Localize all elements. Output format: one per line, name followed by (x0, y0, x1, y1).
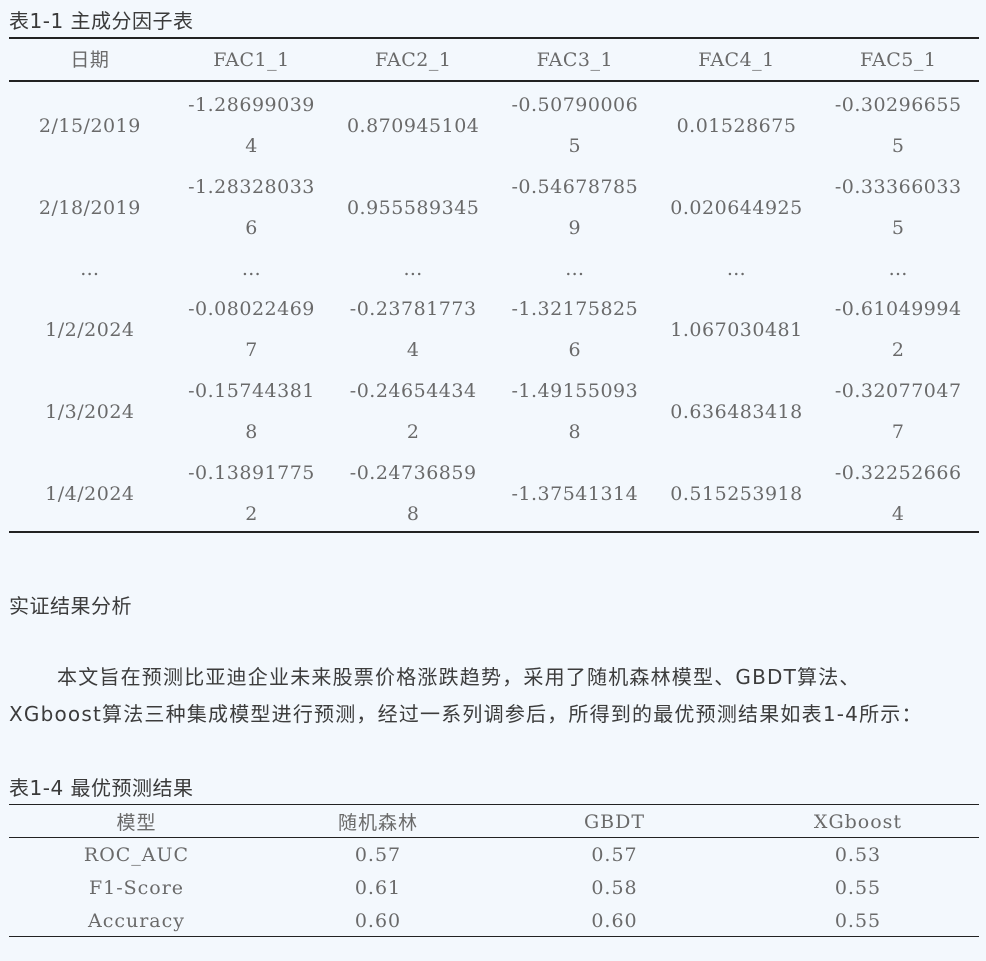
metric-value-cell: 0.57 (591, 843, 638, 866)
factor-value-cell: -0.23781773 4 (349, 298, 477, 361)
factor-value-cell: … (403, 257, 423, 280)
metric-value-cell: 0.58 (591, 876, 638, 899)
factor-header-cell: FAC2_1 (374, 49, 452, 71)
results-table-body: ROC_AUC 0.57 0.57 0.53 F1-Score 0.61 0.58 0.55 A… (9, 838, 979, 937)
results-header-cell: 随机森林 (337, 812, 418, 834)
table-row: F1-Score 0.61 0.58 0.55 (9, 871, 979, 904)
date-cell: 2/18/2019 (38, 196, 141, 219)
factor-table-header: 日期 FAC1_1 FAC2_1 FAC3_1 FAC4_1 FAC5_1 (9, 38, 979, 82)
metric-value-cell: 0.55 (834, 876, 882, 899)
factor-value-cell: … (565, 257, 585, 280)
factor-header-cell: FAC5_1 (859, 49, 937, 71)
table-row: 2/15/2019 -1.28699039 4 0.870945104 -0.5079… (9, 85, 979, 167)
factor-header-cell: FAC4_1 (698, 49, 775, 71)
metric-name-cell: F1-Score (88, 876, 185, 899)
factor-value-cell: -0.32252666 4 (834, 462, 962, 525)
factor-value-cell: -1.37541314 (511, 482, 639, 505)
table1-bottom-rule (9, 531, 979, 533)
date-cell: … (80, 257, 100, 280)
results-header-cell: 模型 (116, 812, 157, 834)
metric-value-cell: 0.57 (354, 843, 402, 866)
factor-value-cell: -1.49155093 8 (511, 380, 639, 443)
factor-header-cell: FAC3_1 (536, 49, 614, 71)
metric-value-cell: 0.55 (834, 909, 882, 932)
factor-value-cell: -0.33366033 5 (834, 176, 962, 239)
metric-value-cell: 0.53 (834, 843, 882, 866)
factor-table: 日期 FAC1_1 FAC2_1 FAC3_1 FAC4_1 FAC5_1 2/15/20… (9, 38, 979, 535)
table1-caption: 表1-1 主成分因子表 (9, 9, 194, 33)
date-cell: 2/15/2019 (38, 114, 141, 137)
paragraph-line-2: XGboost算法三种集成模型进行预测，经过一系列调参后，所得到的最优预测结果如… (9, 702, 923, 726)
table1-header-rule (9, 80, 979, 82)
factor-value-cell: 0.955589345 (346, 196, 480, 219)
factor-value-cell: … (241, 257, 262, 280)
factor-value-cell: -0.32077047 7 (834, 380, 962, 443)
results-table-header: 模型 随机森林 GBDT XGboost (9, 805, 979, 838)
factor-value-cell: 0.870945104 (346, 114, 480, 137)
factor-value-cell: -1.28699039 4 (188, 94, 315, 157)
factor-value-cell: -0.50790006 5 (511, 94, 639, 157)
results-header-cell: GBDT (583, 810, 646, 833)
date-cell: 1/3/2024 (45, 400, 135, 423)
metric-name-cell: ROC_AUC (83, 843, 190, 866)
factor-value-cell: -0.13891775 2 (188, 462, 315, 525)
table-row: Accuracy 0.60 0.60 0.55 (9, 904, 979, 937)
results-header-cell: XGboost (813, 810, 903, 833)
factor-value-cell: -0.08022469 7 (188, 298, 315, 361)
metric-value-cell: 0.60 (591, 909, 638, 932)
table4-header-rule (9, 837, 979, 838)
date-cell: 1/2/2024 (45, 318, 135, 341)
factor-value-cell: -0.30296655 5 (834, 94, 962, 157)
table4-bottom-rule (9, 936, 979, 937)
factor-value-cell: 0.020644925 (670, 196, 803, 219)
factor-value-cell: -0.24736859 8 (349, 462, 477, 525)
factor-value-cell: … (726, 257, 747, 280)
table-row: ROC_AUC 0.57 0.57 0.53 (9, 838, 979, 871)
results-table: 模型 随机森林 GBDT XGboost ROC_AUC 0.57 0.57 0.53 F1-… (9, 805, 979, 937)
table4-caption: 表1-4 最优预测结果 (9, 776, 194, 800)
paragraph-line-1: 本文旨在预测比亚迪企业未来股票价格涨跌趋势，采用了随机森林模型、GBDT算法、 (57, 665, 861, 689)
factor-header-cell: FAC1_1 (213, 49, 290, 71)
table-row: … … … … … … (9, 249, 979, 289)
factor-value-cell: -0.54678785 9 (511, 176, 639, 239)
factor-value-cell: 0.01528675 (676, 114, 797, 137)
factor-table-body: 2/15/2019 -1.28699039 4 0.870945104 -0.5079… (9, 82, 979, 535)
metric-value-cell: 0.61 (354, 876, 402, 899)
factor-value-cell: 1.067030481 (670, 318, 803, 341)
metric-value-cell: 0.60 (354, 909, 402, 932)
metric-name-cell: Accuracy (87, 909, 186, 932)
date-cell: 1/4/2024 (45, 482, 135, 505)
factor-value-cell: -1.28328033 6 (188, 176, 315, 239)
table-row: 1/4/2024 -0.13891775 2 -0.24736859 8 -1.375… (9, 453, 979, 535)
factor-value-cell: … (888, 257, 908, 280)
factor-value-cell: 0.515253918 (670, 482, 803, 505)
factor-value-cell: -0.15744381 8 (188, 380, 315, 443)
factor-value-cell: 0.636483418 (670, 400, 803, 423)
section-title: 实证结果分析 (9, 594, 132, 618)
table-row: 1/3/2024 -0.15744381 8 -0.24654434 2 -1.491… (9, 371, 979, 453)
factor-value-cell: -1.32175825 6 (511, 298, 639, 361)
table-row: 1/2/2024 -0.08022469 7 -0.23781773 4 -1.321… (9, 289, 979, 371)
factor-value-cell: -0.24654434 2 (349, 380, 477, 443)
table-row: 2/18/2019 -1.28328033 6 0.955589345 -0.5467… (9, 167, 979, 249)
factor-value-cell: -0.61049994 2 (834, 298, 962, 361)
factor-header-cell: 日期 (70, 49, 110, 71)
